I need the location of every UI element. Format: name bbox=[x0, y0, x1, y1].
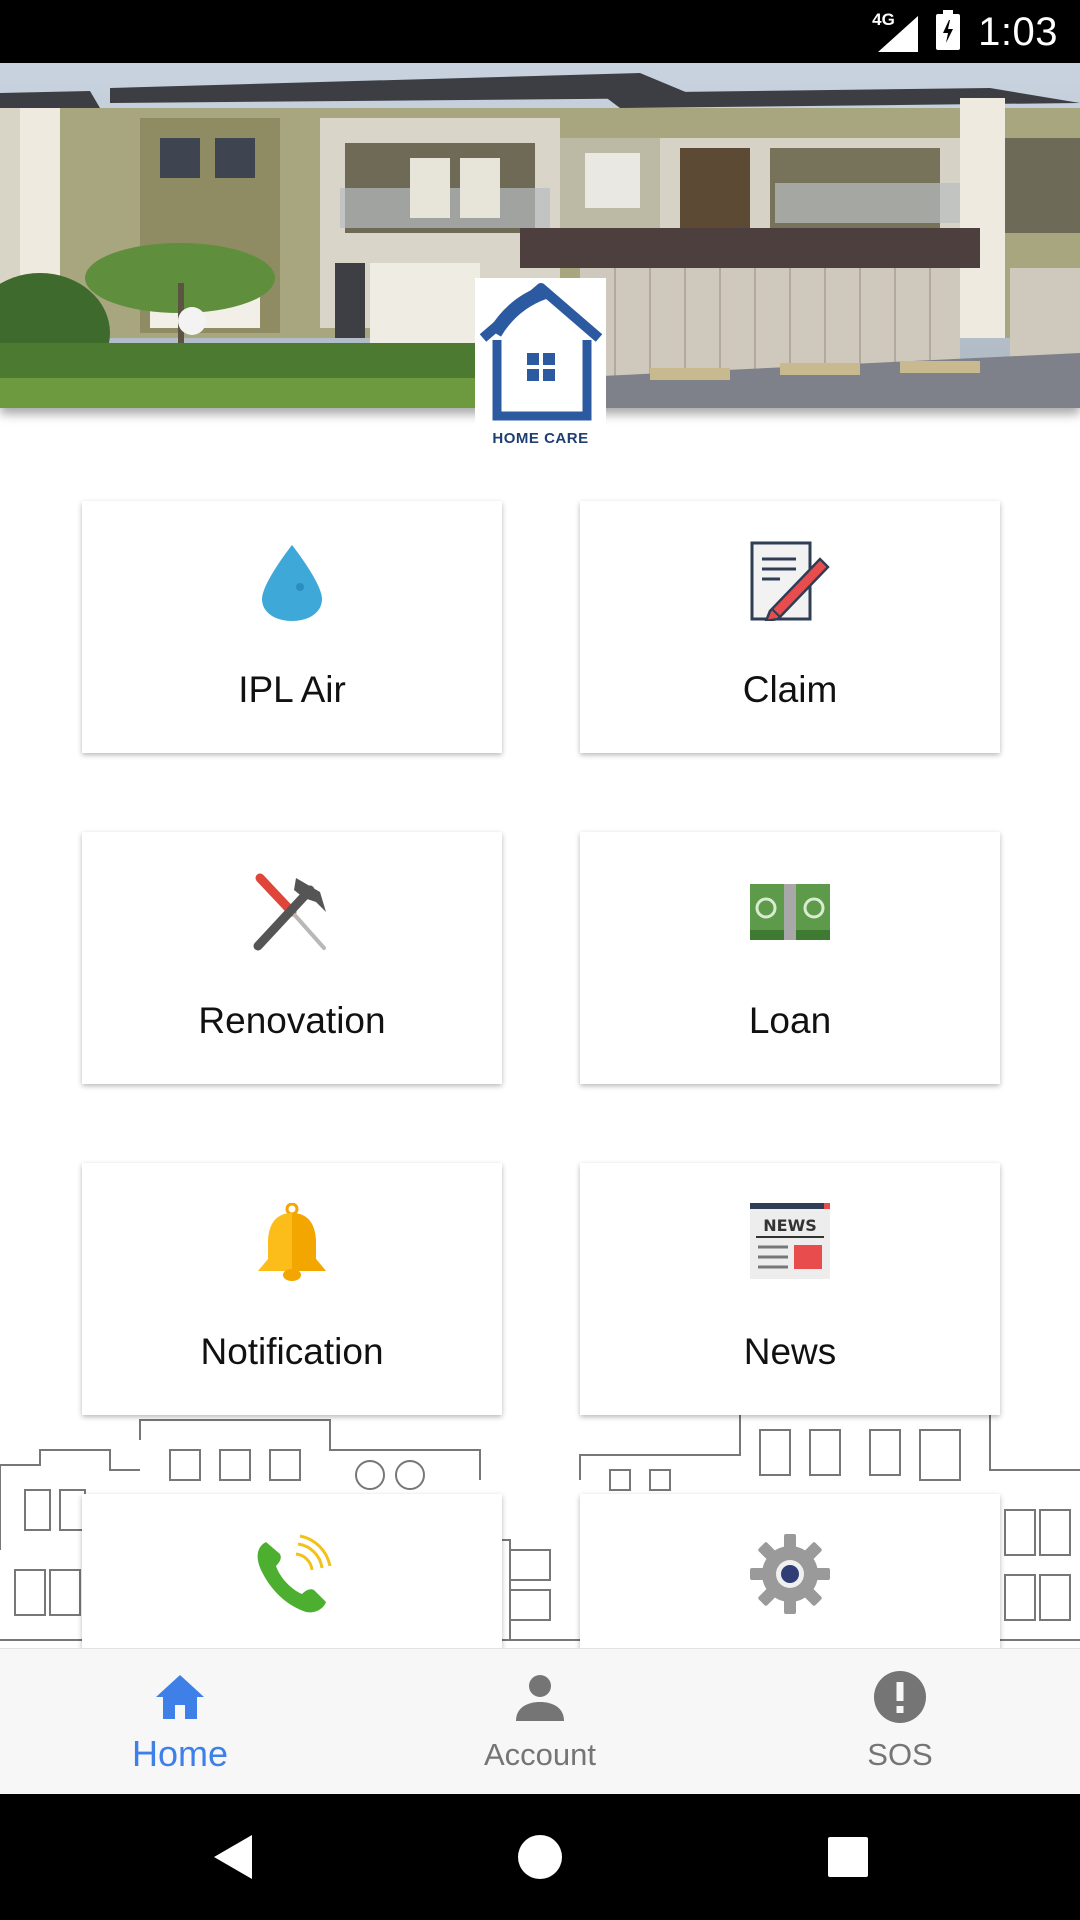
menu-card-claim[interactable]: Claim bbox=[580, 501, 1000, 753]
money-icon bbox=[750, 884, 830, 940]
water-drop-icon bbox=[262, 545, 322, 621]
nav-home[interactable]: Home bbox=[0, 1649, 360, 1795]
system-navigation-bar bbox=[0, 1794, 1080, 1920]
home-icon bbox=[156, 1675, 204, 1719]
home-care-logo: HOME CARE bbox=[475, 278, 606, 453]
menu-grid: IPL Air Claim Renovation Loan Notificati… bbox=[0, 0, 1080, 1648]
menu-card-loan[interactable]: Loan bbox=[580, 832, 1000, 1084]
house-logo-icon bbox=[479, 283, 603, 421]
menu-card-notification[interactable]: Notification bbox=[82, 1163, 502, 1415]
menu-card-label: Notification bbox=[200, 1331, 384, 1372]
alert-icon bbox=[874, 1671, 926, 1723]
nav-label: Account bbox=[483, 1737, 596, 1772]
phone-icon bbox=[257, 1534, 332, 1613]
bell-icon bbox=[258, 1203, 326, 1281]
newspaper-icon: NEWS bbox=[750, 1203, 830, 1279]
back-icon[interactable] bbox=[208, 1831, 260, 1883]
menu-card-ipl-air[interactable]: IPL Air bbox=[82, 501, 502, 753]
gear-icon bbox=[750, 1534, 830, 1614]
document-pen-icon bbox=[750, 541, 830, 621]
menu-card-label: News bbox=[743, 1331, 837, 1372]
home-circle-icon[interactable] bbox=[514, 1831, 566, 1883]
person-icon bbox=[516, 1675, 564, 1721]
menu-card-news[interactable]: NEWS News bbox=[580, 1163, 1000, 1415]
nav-label: SOS bbox=[867, 1737, 933, 1772]
nav-sos[interactable]: SOS bbox=[720, 1649, 1080, 1795]
menu-card-label: IPL Air bbox=[238, 669, 346, 710]
nav-account[interactable]: Account bbox=[360, 1649, 720, 1795]
menu-card-renovation[interactable]: Renovation bbox=[82, 832, 502, 1084]
menu-card-label: Loan bbox=[748, 1000, 832, 1041]
nav-label: Home bbox=[131, 1733, 229, 1774]
menu-card-settings[interactable] bbox=[580, 1494, 1000, 1648]
svg-text:NEWS: NEWS bbox=[763, 1216, 817, 1235]
menu-card-call[interactable] bbox=[82, 1494, 502, 1648]
recents-icon[interactable] bbox=[822, 1831, 874, 1883]
bottom-navigation: Home Account SOS bbox=[0, 1648, 1080, 1794]
logo-text: HOME CARE bbox=[492, 430, 589, 447]
menu-card-label: Renovation bbox=[198, 1000, 386, 1041]
hammer-screwdriver-icon bbox=[253, 873, 326, 951]
menu-card-label: Claim bbox=[742, 669, 838, 710]
